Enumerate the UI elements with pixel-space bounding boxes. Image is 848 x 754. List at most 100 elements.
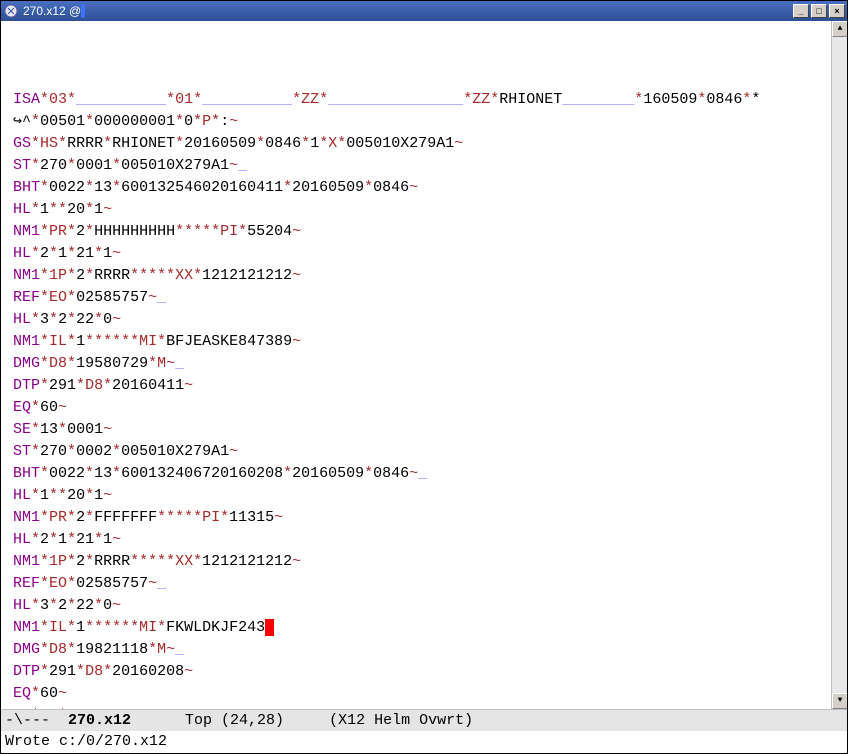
token-star: **	[49, 487, 67, 504]
code-line: BHT*0022*13*600132406720160208*20160509*…	[13, 463, 839, 485]
token-val: 60	[40, 685, 58, 702]
token-star: *	[40, 575, 49, 592]
token-star: *****	[130, 267, 175, 284]
token-id: D8	[85, 663, 103, 680]
token-tilde: ~	[112, 531, 121, 548]
token-star: *	[31, 113, 40, 130]
token-id: ZZ	[301, 91, 319, 108]
window-controls: _ □ ×	[793, 4, 847, 18]
token-tilde: ~	[229, 157, 238, 174]
code-line: NM1*PR*2*FFFFFFF*****PI*11315~	[13, 507, 839, 529]
token-id: IL	[49, 619, 67, 636]
token-tag: NM1	[13, 553, 40, 570]
token-id: M	[157, 641, 166, 658]
token-id: 03	[49, 91, 67, 108]
token-tag: SE	[13, 421, 31, 438]
token-tilde: ~	[292, 267, 301, 284]
token-tilde: ~	[184, 663, 193, 680]
token-star: *	[85, 487, 94, 504]
token-star: *	[193, 113, 202, 130]
token-star: *	[319, 135, 328, 152]
token-star: *	[67, 575, 76, 592]
code-line: NM1*PR*2*HHHHHHHHH*****PI*55204~	[13, 221, 839, 243]
vertical-scrollbar[interactable]: ▲ ▼	[831, 21, 847, 709]
token-val: 0846	[706, 91, 742, 108]
token-star: *	[103, 135, 112, 152]
token-val: 0002	[76, 443, 112, 460]
minimize-button[interactable]: _	[793, 4, 809, 18]
token-val: 0022	[49, 465, 85, 482]
token-star: *	[238, 223, 247, 240]
token-val: 02585757	[76, 289, 148, 306]
token-val: 1	[103, 245, 112, 262]
token-val: 1	[76, 619, 85, 636]
editor-area[interactable]: ▲ ▼ ISA*03* *01* *ZZ* *ZZ*RHIONET *16050…	[1, 21, 847, 709]
token-val	[175, 355, 184, 372]
token-val: 1	[58, 531, 67, 548]
token-star: *	[40, 377, 49, 394]
token-val: 2	[76, 223, 85, 240]
token-star: *	[85, 509, 94, 526]
maximize-button[interactable]: □	[811, 4, 827, 18]
token-star: *	[85, 465, 94, 482]
token-val: 0846	[373, 179, 409, 196]
token-star: *	[67, 223, 76, 240]
token-star: **	[49, 201, 67, 218]
token-id: MI	[139, 333, 157, 350]
token-id: ZZ	[472, 91, 490, 108]
token-star: *	[40, 509, 49, 526]
title-host	[81, 4, 85, 18]
token-wrap: ↪	[13, 113, 22, 130]
token-tilde: ~	[112, 311, 121, 328]
app-icon	[3, 3, 19, 19]
token-tag: EQ	[13, 685, 31, 702]
token-star: *****	[130, 553, 175, 570]
token-tag: BHT	[13, 465, 40, 482]
token-tag: DMG	[13, 355, 40, 372]
token-star: *	[40, 553, 49, 570]
token-val: 22	[76, 311, 94, 328]
token-tag: ST	[13, 443, 31, 460]
token-tag: DMG	[13, 641, 40, 658]
token-val: 270	[40, 443, 67, 460]
token-star: *	[40, 465, 49, 482]
token-star: *	[31, 245, 40, 262]
app-window: 270.x12 @ _ □ × ▲ ▼ ISA*03* *01* *ZZ* *Z…	[0, 0, 848, 754]
token-val: 20160509	[292, 465, 364, 482]
token-tilde: ~	[58, 685, 67, 702]
token-tag: DTP	[13, 663, 40, 680]
token-star: *	[58, 135, 67, 152]
token-star: *	[193, 267, 202, 284]
code-line: REF*EO*02585757~	[13, 573, 839, 595]
token-val	[202, 91, 292, 108]
code-line: ST*270*0001*005010X279A1~	[13, 155, 839, 177]
token-star: *	[31, 421, 40, 438]
token-val: 0846	[373, 465, 409, 482]
token-star: *	[40, 663, 49, 680]
token-val	[238, 157, 247, 174]
token-val: 02585757	[76, 575, 148, 592]
token-star: *	[67, 443, 76, 460]
token-id: MI	[139, 619, 157, 636]
token-star: *	[67, 509, 76, 526]
token-tilde: ~	[292, 333, 301, 350]
titlebar[interactable]: 270.x12 @ _ □ ×	[1, 1, 847, 21]
token-star: *	[283, 179, 292, 196]
token-tag: DTP	[13, 377, 40, 394]
token-val: 1	[94, 487, 103, 504]
token-id: PI	[202, 509, 220, 526]
token-val: 20	[67, 201, 85, 218]
token-val: 291	[49, 377, 76, 394]
scroll-down-icon[interactable]: ▼	[832, 693, 847, 709]
scroll-up-icon[interactable]: ▲	[832, 21, 847, 37]
close-button[interactable]: ×	[829, 4, 845, 18]
token-star: *	[193, 553, 202, 570]
token-star: *	[256, 135, 265, 152]
token-tag: HL	[13, 531, 31, 548]
token-star: *	[67, 267, 76, 284]
token-val: BFJEASKE847389	[166, 333, 292, 350]
token-tilde: ~	[409, 465, 418, 482]
window-title: 270.x12 @	[23, 4, 793, 18]
token-tag: REF	[13, 575, 40, 592]
token-tilde: ~	[184, 377, 193, 394]
